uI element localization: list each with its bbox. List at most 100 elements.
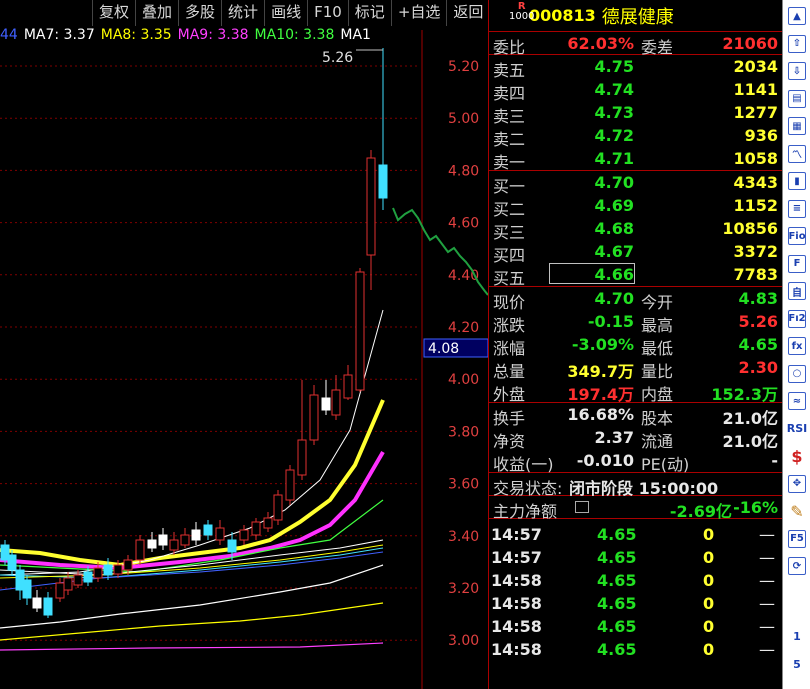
candle-body-18 <box>180 534 190 546</box>
buy-row-3[interactable]: 买四 4.67 3372 <box>489 240 782 265</box>
sell-price: 4.74 <box>594 80 634 99</box>
fund-value: -0.010 <box>576 451 634 470</box>
stat-value: 2.30 <box>738 358 778 377</box>
refresh-icon-glyph: ⟳ <box>788 557 806 575</box>
report-icon-glyph: ▤ <box>788 89 806 108</box>
pencil-icon[interactable]: ✎ <box>787 501 807 521</box>
candle-body-20 <box>203 524 213 536</box>
f5-icon[interactable]: F5 <box>787 529 807 549</box>
tick-flag: — <box>759 571 775 590</box>
sell-row-0[interactable]: 卖五 4.75 2034 <box>489 55 782 80</box>
bid-ratio-row: 委比 62.03% 委差 21060 <box>489 32 782 57</box>
tick-row: 14:58 4.65 0 — <box>489 569 782 592</box>
toolbar-btn-4[interactable]: 画线 <box>264 0 307 26</box>
up-arrow-icon-glyph: ▲ <box>788 7 806 25</box>
high-label: 5.26 <box>322 50 353 66</box>
menu-icon[interactable] <box>575 501 589 513</box>
selected-price-box <box>549 263 635 284</box>
stat-value: 4.83 <box>738 289 778 308</box>
rsi-icon-glyph: RSI <box>786 422 808 435</box>
stat-row-3: 总量 349.7万 量比 2.30 <box>489 356 782 381</box>
move-icon-glyph: ✥ <box>788 474 806 493</box>
toolbar-btn-0[interactable]: 复权 <box>92 0 135 26</box>
fx-icon[interactable]: fx <box>787 336 807 356</box>
candle-body-9 <box>83 571 93 583</box>
buy-row-1[interactable]: 买二 4.69 1152 <box>489 194 782 219</box>
fx-icon-glyph: fx <box>788 337 806 355</box>
buy-row-2[interactable]: 买三 4.68 10856 <box>489 217 782 242</box>
side-number-n5[interactable]: 5 <box>787 654 807 674</box>
grid-icon[interactable]: ▦ <box>787 116 807 136</box>
self-icon[interactable]: 自 <box>787 281 807 301</box>
side-number-n1[interactable]: 1 <box>787 626 807 646</box>
tick-price: 4.65 <box>597 571 637 590</box>
index-icon[interactable]: F <box>787 254 807 274</box>
refresh-icon[interactable]: ⟳ <box>787 556 807 576</box>
tick-price: 4.65 <box>597 640 637 659</box>
candle-icon[interactable]: ▮ <box>787 171 807 191</box>
ma-legend-item-3: MA9: 3.38 <box>177 27 249 43</box>
fund-row-2: 收益(一) -0.010 PE(动) - <box>489 449 782 474</box>
sell-row-2[interactable]: 卖三 4.73 1277 <box>489 101 782 126</box>
fund-value: 16.68% <box>567 405 634 424</box>
main-net-pct: -16% <box>733 498 778 517</box>
y-tick-3: 4.60 <box>448 216 479 232</box>
ma-legend-item-0: 44 <box>0 27 18 43</box>
tick-flag: — <box>759 525 775 544</box>
buy-volume: 1152 <box>733 196 778 215</box>
sell-row-3[interactable]: 卖二 4.72 936 <box>489 124 782 149</box>
toolbar-btn-7[interactable]: +自选 <box>390 0 447 26</box>
main-net-row[interactable]: 主力净额 -2.69亿 -16% <box>489 496 782 521</box>
sell-row-1[interactable]: 卖四 4.74 1141 <box>489 78 782 103</box>
info-icon[interactable]: ≡ <box>787 199 807 219</box>
candle-body-23 <box>239 529 249 541</box>
chart-toolbar: 复权 叠加 多股 统计 画线 F10 标记 +自选 返回 <box>92 0 488 26</box>
fund-label: 收益(一) <box>493 455 554 474</box>
sell-row-4[interactable]: 卖一 4.71 1058 <box>489 147 782 172</box>
toolbar-btn-2[interactable]: 多股 <box>178 0 221 26</box>
kline-canvas[interactable]: 5.205.004.804.604.404.204.003.803.603.40… <box>0 0 488 689</box>
wave-icon[interactable]: ≈ <box>787 391 807 411</box>
up-arrow-icon[interactable]: ▲ <box>787 6 807 26</box>
sell-book: 卖五 4.75 2034 卖四 4.74 1141 卖三 4.73 1277 卖二 4… <box>489 55 782 172</box>
f10-icon[interactable]: Fio <box>787 226 807 246</box>
buy-book: 买一 4.70 4343 买二 4.69 1152 买三 4.68 10856 买四 … <box>489 171 782 288</box>
rsi-icon[interactable]: RSI <box>786 419 808 439</box>
toolbar-btn-8[interactable]: 返回 <box>446 0 488 26</box>
candle-body-17 <box>169 539 179 551</box>
ma-legend: 44 MA7: 3.37 MA8: 3.35 MA9: 3.38 MA10: 3.38 M… <box>0 27 371 45</box>
down-outline-icon-glyph: ⇩ <box>788 62 806 80</box>
candle-body-7 <box>63 577 73 591</box>
sell-volume: 1141 <box>733 80 778 99</box>
buy-row-0[interactable]: 买一 4.70 4343 <box>489 171 782 196</box>
stock-terminal: 5.20 5.00 4.80 4.60 4.40 4.20 4.00 3.80 3.60 3.40… <box>0 0 810 689</box>
move-icon[interactable]: ✥ <box>787 474 807 494</box>
up-outline-icon[interactable]: ⇧ <box>787 34 807 54</box>
candle-body-22 <box>227 539 237 553</box>
buy-row-4[interactable]: 买五 4.66 7783 <box>489 263 782 288</box>
candle-body-33 <box>355 271 365 391</box>
toolbar-btn-5[interactable]: F10 <box>307 0 348 26</box>
dollar-icon[interactable]: $ <box>787 446 807 466</box>
line-chart-icon[interactable]: 〽 <box>787 144 807 164</box>
report-icon[interactable]: ▤ <box>787 89 807 109</box>
sell-volume: 2034 <box>733 57 778 76</box>
candle-icon-glyph: ▮ <box>788 172 806 190</box>
tick-volume: 0 <box>703 617 715 636</box>
sell-price: 4.72 <box>594 126 634 145</box>
kline-chart[interactable]: 5.20 5.00 4.80 4.60 4.40 4.20 4.00 3.80 3.60 3.40… <box>0 0 488 689</box>
toolbar-btn-3[interactable]: 统计 <box>221 0 264 26</box>
f12-icon[interactable]: Fı2 <box>787 309 807 329</box>
tick-time: 14:57 <box>491 525 542 544</box>
trade-status-row: 交易状态: 闭市阶段 15:00:00 <box>489 473 782 498</box>
current-price-label: 4.08 <box>428 341 459 357</box>
toolbar-btn-1[interactable]: 叠加 <box>135 0 178 26</box>
buy-price: 4.70 <box>594 173 634 192</box>
candle-body-8 <box>73 574 83 586</box>
toolbar-btn-6[interactable]: 标记 <box>347 0 391 26</box>
tick-list[interactable]: 14:57 4.65 0 —14:57 4.65 0 —14:58 4.65 0… <box>489 519 782 661</box>
bid-ratio-value: 62.03% <box>567 34 634 53</box>
circle-icon[interactable]: ○ <box>787 364 807 384</box>
pencil-icon-glyph: ✎ <box>790 501 804 521</box>
down-outline-icon[interactable]: ⇩ <box>787 61 807 81</box>
